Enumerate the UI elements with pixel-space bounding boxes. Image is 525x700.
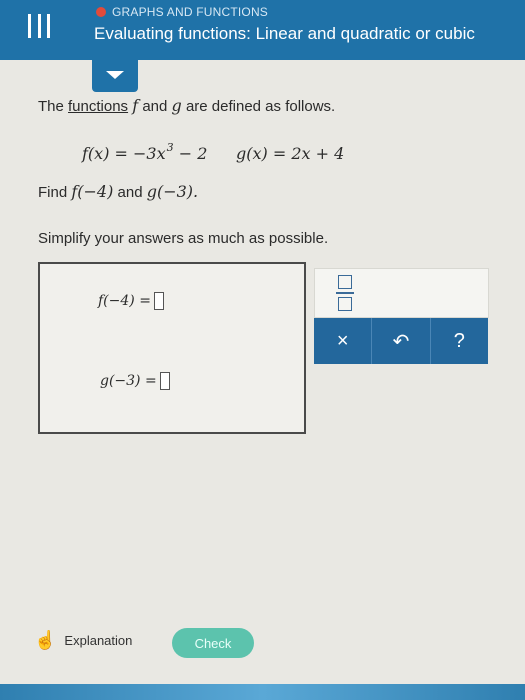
intro-text: The: [38, 98, 69, 115]
problem-intro: The functions f and g are defined as fol…: [38, 96, 335, 115]
denominator-icon: [338, 297, 352, 311]
g-definition: g(x) = 2x + 4: [236, 144, 345, 163]
f-answer-input[interactable]: [153, 292, 164, 310]
clear-button[interactable]: ×: [314, 318, 373, 364]
math-keypad: × ↶ ?: [314, 268, 489, 364]
answer-box: f(−4) = g(−3) =: [38, 262, 306, 434]
g-answer-input[interactable]: [159, 372, 170, 390]
keypad-panel: [374, 268, 489, 318]
f-definition-exponent: 3: [166, 141, 174, 154]
intro-g: g: [171, 96, 182, 115]
find-instruction: Find f(−4) and g(−3).: [38, 182, 198, 201]
f-definition-rhs: − 2: [178, 144, 208, 163]
numerator-icon: [338, 275, 352, 289]
help-button[interactable]: ?: [430, 318, 488, 364]
fraction-button[interactable]: [314, 268, 376, 318]
explanation-label: Explanation: [64, 633, 133, 648]
find-label: Find: [38, 184, 68, 201]
intro-after: are defined as follows.: [185, 98, 336, 115]
intro-and: and: [142, 98, 168, 115]
top-header: GRAPHS AND FUNCTIONS Evaluating function…: [0, 0, 525, 60]
chevron-down-icon: [106, 71, 124, 79]
undo-button[interactable]: ↶: [372, 318, 431, 364]
f-answer-row: f(−4) =: [98, 292, 164, 310]
f-answer-label: f(−4) =: [98, 293, 151, 309]
collapse-tab-button[interactable]: [92, 58, 138, 92]
functions-link[interactable]: functions: [68, 98, 128, 115]
menu-icon[interactable]: [28, 14, 50, 38]
g-answer-row: g(−3) =: [100, 372, 170, 390]
simplify-instruction: Simplify your answers as much as possibl…: [38, 230, 329, 247]
f-definition-lhs: f(x) = −3x: [82, 144, 166, 163]
hand-pointer-icon: ☝: [34, 630, 57, 650]
keypad-actions: × ↶ ?: [314, 318, 488, 364]
find-g: g(−3).: [146, 182, 199, 201]
section-label: GRAPHS AND FUNCTIONS: [112, 5, 269, 19]
section-dot-icon: [96, 7, 106, 17]
fraction-bar-icon: [336, 292, 354, 294]
explanation-button[interactable]: ☝ Explanation: [34, 630, 132, 651]
intro-f: f: [132, 96, 139, 115]
find-and: and: [117, 184, 143, 201]
section-breadcrumb: GRAPHS AND FUNCTIONS: [96, 4, 268, 20]
check-button[interactable]: Check: [172, 628, 254, 658]
bottom-bar: [0, 684, 525, 700]
f-definition: f(x) = −3x3 − 2: [82, 141, 208, 163]
page-title: Evaluating functions: Linear and quadrat…: [94, 24, 475, 43]
g-answer-label: g(−3) =: [100, 373, 157, 389]
find-f: f(−4): [71, 182, 114, 201]
